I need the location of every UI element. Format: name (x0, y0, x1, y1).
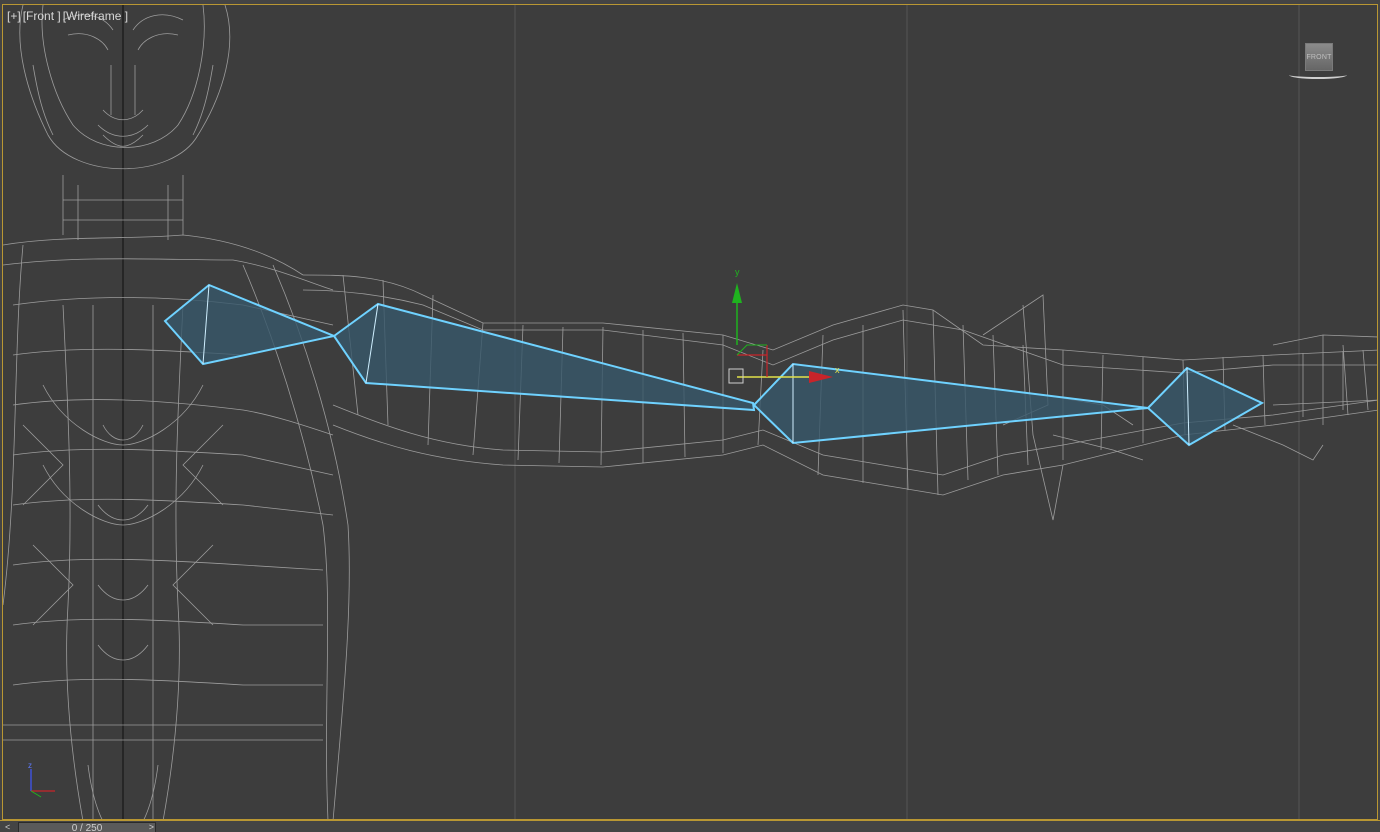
axis-z-label: z (28, 761, 32, 770)
move-gizmo[interactable]: y x (728, 267, 840, 384)
gizmo-y-arrow[interactable] (732, 283, 742, 303)
viewcube-front-face[interactable]: FRONT (1305, 43, 1333, 71)
previous-frame-button[interactable]: < (5, 822, 10, 832)
time-slider[interactable]: < 0 / 250 > (5, 822, 156, 832)
viewcube-compass-ring[interactable] (1289, 71, 1347, 79)
next-frame-button[interactable]: > (149, 822, 154, 832)
max-application: y x [+] [Front ] [Wireframe ] FRONT z < … (0, 0, 1380, 832)
viewport-scene[interactable]: y x (3, 5, 1378, 820)
viewport-point-of-view-menu[interactable]: [Front ] (23, 9, 61, 23)
gizmo-y-label: y (735, 267, 740, 277)
world-axis-tripod: z (28, 761, 55, 798)
gizmo-center-box[interactable] (728, 368, 744, 384)
character-body-wireframe[interactable] (3, 5, 350, 820)
timeline-bar: < 0 / 250 > (0, 820, 1380, 832)
viewport-shading-menu[interactable]: [Wireframe ] (63, 9, 128, 23)
viewport-general-menu[interactable]: [+] (7, 9, 21, 23)
gizmo-x-label: x (835, 365, 840, 375)
viewcube[interactable]: FRONT (1289, 41, 1349, 87)
bone-upper-arm[interactable] (332, 302, 756, 412)
viewport-label-menu: [+] [Front ] [Wireframe ] (7, 9, 128, 23)
front-viewport[interactable]: y x [+] [Front ] [Wireframe ] FRONT z (2, 4, 1378, 820)
selected-bone-chain[interactable] (163, 283, 1265, 447)
home-grid (122, 5, 1300, 819)
bone-hand[interactable] (1146, 366, 1265, 447)
frame-counter: 0 / 250 (71, 822, 103, 832)
